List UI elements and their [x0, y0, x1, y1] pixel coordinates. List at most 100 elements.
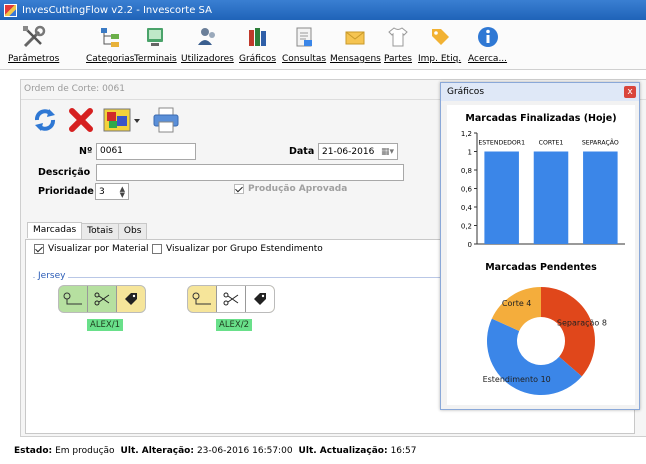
date-picker[interactable]: 21-06-2016 ▦▾	[318, 143, 398, 160]
visualizar-material-label: Visualizar por Material	[48, 244, 149, 254]
prioridade-label: Prioridade	[38, 186, 94, 197]
hierarchy-icon	[96, 22, 124, 52]
toolbar-label: Utilizadores	[181, 54, 234, 64]
bar-chart-title: Marcadas Finalizadas (Hoje)	[465, 113, 617, 124]
toolbar-terminais-button[interactable]: Terminais	[134, 22, 177, 68]
marca-label: ALEX/2	[216, 319, 253, 331]
graficos-panel-header[interactable]: Gráficos	[441, 83, 639, 101]
checkbox-box	[234, 184, 244, 194]
toolbar-graficos-button[interactable]: Gráficos	[239, 22, 276, 68]
window-title: InvesCuttingFlow v2.2 - Invescorte SA	[22, 4, 212, 16]
tab-strip: Marcadas Totais Obs	[27, 222, 148, 239]
y-tick-label: 0,8	[461, 167, 472, 175]
y-tick-label: 0,6	[461, 186, 473, 194]
estado-value: Em produção	[55, 446, 115, 456]
bar	[484, 151, 519, 244]
envelope-icon	[341, 22, 369, 52]
numero-field[interactable]: 0061	[96, 143, 196, 160]
prioridade-stepper[interactable]: 3 ▲ ▼	[95, 183, 129, 200]
estado-label: Estado:	[14, 446, 53, 456]
marca-card[interactable]	[58, 285, 146, 313]
toolbar-parametros-button[interactable]: Parâmetros	[8, 22, 59, 68]
visualizar-grupo-checkbox[interactable]: Visualizar por Grupo Estendimento	[152, 244, 323, 254]
pie-slice-label: Separação 8	[557, 318, 607, 327]
y-tick-label: 0	[468, 241, 472, 249]
refresh-icon	[35, 109, 55, 131]
y-tick-label: 1	[468, 149, 472, 157]
checkbox-box	[34, 244, 44, 254]
form-title: Ordem de Corte: 0061	[24, 84, 125, 94]
toolbar-label: Acerca...	[468, 54, 508, 64]
toolbar-mensagens-button[interactable]: Mensagens	[330, 22, 381, 68]
toolbar-utilizadores-button[interactable]: Utilizadores	[181, 22, 234, 68]
printer-icon	[153, 107, 179, 133]
graficos-panel[interactable]: Gráficos x Marcadas Finalizadas (Hoje) 0…	[440, 82, 640, 410]
y-tick-label: 0,2	[461, 223, 472, 231]
visualizar-material-checkbox[interactable]: Visualizar por Material	[34, 244, 149, 254]
report-icon	[290, 22, 318, 52]
prioridade-value: 3	[99, 186, 105, 197]
toolbar-label: Parâmetros	[8, 54, 60, 64]
toolbar-consultas-button[interactable]: Consultas	[282, 22, 326, 68]
marca-label: ALEX/1	[87, 319, 124, 331]
bar-category-label: ESTENDEDOR1	[478, 140, 525, 147]
producao-aprovada-checkbox[interactable]: Produção Aprovada	[234, 184, 347, 194]
refresh-button[interactable]	[31, 106, 59, 137]
terminal-icon	[141, 22, 169, 52]
y-tick-label: 1,2	[461, 130, 472, 138]
close-button[interactable]: x	[624, 86, 636, 98]
pie-slice	[541, 287, 595, 377]
ult-alteracao-label: Ult. Alteração:	[120, 446, 194, 456]
delete-x-icon	[69, 108, 93, 132]
tag-icon	[116, 286, 145, 312]
main-toolbar: Parâmetros Categorias Terminais Utilizad…	[0, 20, 646, 70]
estendimento-icon	[59, 286, 87, 312]
ult-actualizacao-label: Ult. Actualização:	[298, 446, 388, 456]
ult-alteracao-value: 23-06-2016 16:57:00	[196, 446, 293, 456]
estendimento-icon	[188, 286, 216, 312]
bar-chart: 0 0,2 0,4 0,6 0,8 1 1,2 ESTENDEDOR1 CORTE1 SEPARA…	[461, 130, 625, 249]
toolbar-label: Categorias	[86, 54, 135, 64]
descricao-field[interactable]	[96, 164, 404, 181]
books-icon	[244, 22, 272, 52]
tab-marcadas[interactable]: Marcadas	[27, 222, 83, 238]
pie-chart: Separação 8 Estendimento 10 Corte 4	[483, 287, 607, 395]
colors-dropdown-icon	[103, 108, 140, 132]
users-icon	[193, 22, 221, 52]
group-title: Jersey	[35, 271, 69, 281]
tag-icon	[426, 22, 454, 52]
app-logo-icon	[4, 3, 17, 17]
status-bar: Estado: Em produção Ult. Alteração: 23-0…	[14, 440, 646, 462]
calendar-dropdown-icon[interactable]: ▦▾	[381, 147, 394, 157]
toolbar-acerca-button[interactable]: Acerca...	[468, 22, 507, 68]
toolbar-label: Gráficos	[239, 54, 277, 64]
graficos-panel-title: Gráficos	[447, 87, 485, 97]
toolbar-label: Partes	[384, 54, 412, 64]
info-icon	[474, 22, 502, 52]
print-button[interactable]	[151, 106, 181, 137]
descricao-label: Descrição	[38, 167, 91, 178]
bar-category-label: SEPARAÇÃO	[582, 138, 619, 147]
shirt-icon	[384, 22, 412, 52]
toolbar-imp-etiq-button[interactable]: Imp. Etiq.	[418, 22, 461, 68]
tab-totais[interactable]: Totais	[81, 223, 119, 239]
tab-obs[interactable]: Obs	[117, 223, 148, 239]
bar-category-label: CORTE1	[539, 140, 564, 147]
toolbar-label: Mensagens	[330, 54, 381, 64]
graficos-panel-body: Marcadas Finalizadas (Hoje) 0 0,2 0,4 0,6 0,…	[447, 105, 635, 405]
date-value: 21-06-2016	[322, 146, 375, 157]
pie-slice-label: Corte 4	[502, 299, 531, 308]
producao-aprovada-label: Produção Aprovada	[248, 184, 348, 194]
pie-slice-label: Estendimento 10	[483, 375, 551, 384]
toolbar-partes-button[interactable]: Partes	[384, 22, 412, 68]
delete-button[interactable]	[67, 106, 95, 137]
toolbar-label: Terminais	[134, 54, 177, 64]
marca-card[interactable]	[187, 285, 275, 313]
toolbar-categorias-button[interactable]: Categorias	[86, 22, 135, 68]
y-tick-label: 0,4	[461, 204, 473, 212]
spin-arrows-icon[interactable]: ▲ ▼	[120, 185, 125, 198]
scissors-icon	[87, 286, 116, 312]
color-picker-button[interactable]	[103, 108, 143, 135]
pie-chart-title: Marcadas Pendentes	[485, 262, 597, 273]
toolbar-label: Consultas	[282, 54, 327, 64]
